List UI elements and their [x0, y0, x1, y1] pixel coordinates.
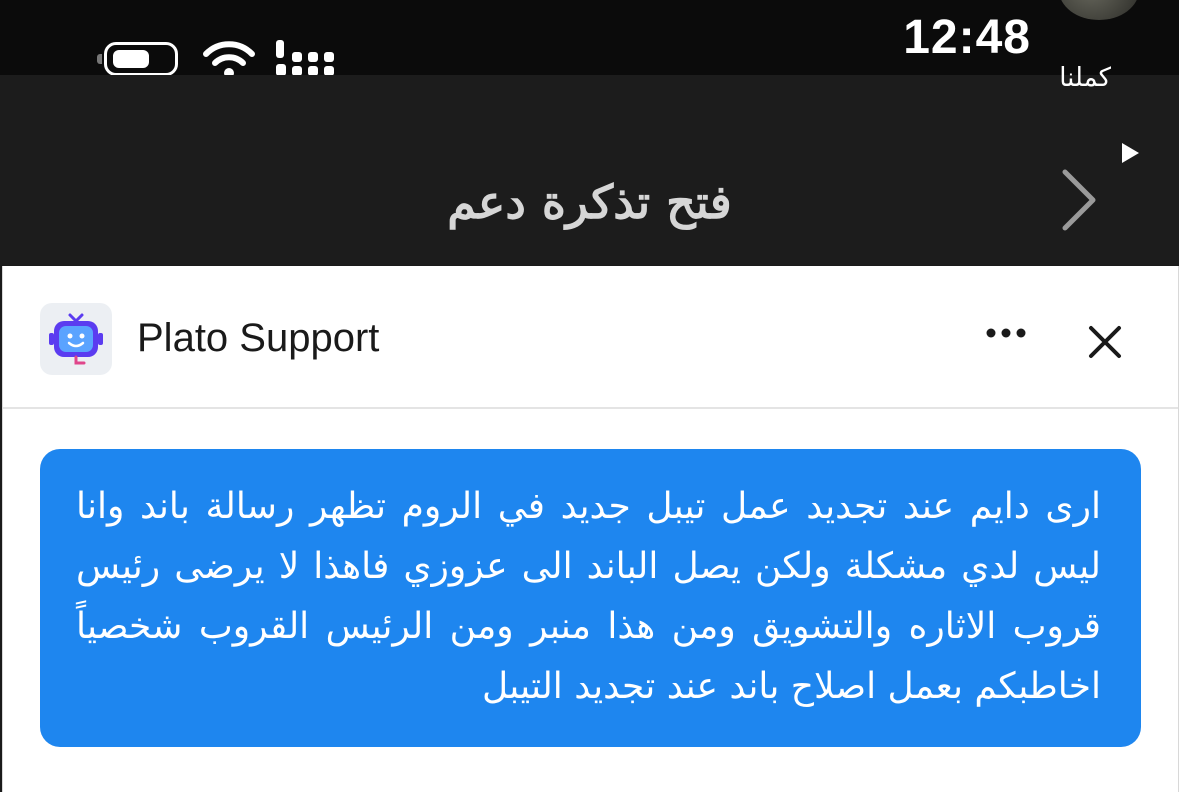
- battery-icon: [97, 42, 178, 76]
- back-to-app-link[interactable]: كملنا: [1059, 63, 1111, 93]
- robot-support-icon: [40, 303, 112, 375]
- support-panel: Plato Support ارى دايم عند تجديد عمل تيب…: [2, 266, 1179, 792]
- message-text: ارى دايم عند تجديد عمل تيبل جديد في الرو…: [76, 486, 1101, 707]
- status-bar: 12:48: [0, 0, 1179, 78]
- chevron-right-icon[interactable]: [1061, 168, 1097, 232]
- message-bubble: ارى دايم عند تجديد عمل تيبل جديد في الرو…: [40, 449, 1141, 747]
- status-time: 12:48: [903, 11, 1031, 64]
- close-icon[interactable]: [1083, 320, 1127, 364]
- avatar: [1059, 0, 1139, 20]
- signal-icon: [276, 40, 334, 76]
- nav-bar: كملنا فتح تذكرة دعم: [0, 63, 1179, 265]
- more-icon[interactable]: [985, 326, 1029, 340]
- panel-header: Plato Support: [3, 266, 1178, 409]
- page-title: فتح تذكرة دعم: [447, 175, 732, 229]
- app-name: Plato Support: [137, 316, 380, 360]
- back-arrow-icon[interactable]: [1122, 143, 1139, 163]
- wifi-icon: [203, 41, 255, 78]
